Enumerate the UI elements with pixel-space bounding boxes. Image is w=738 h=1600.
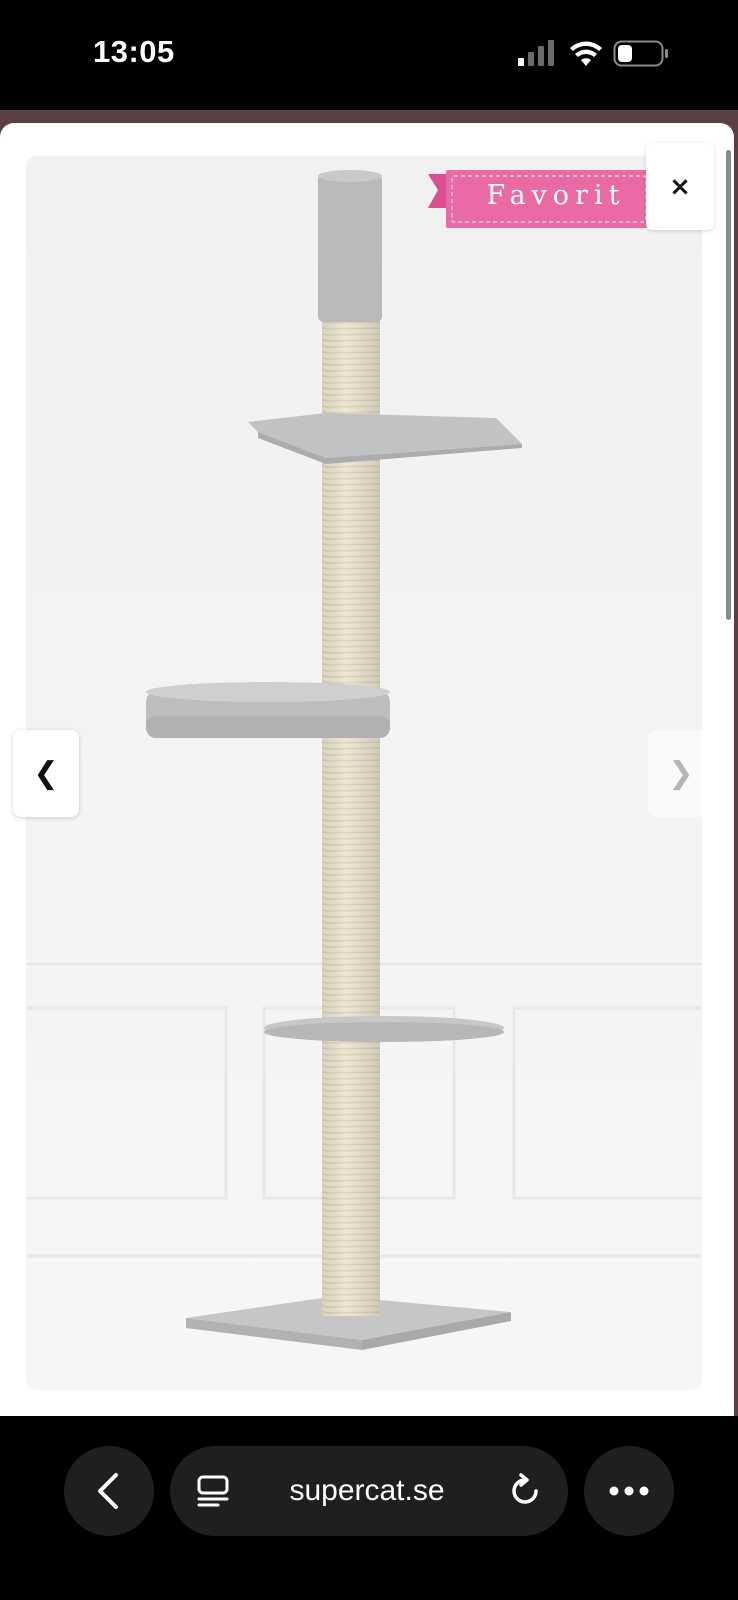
next-image-button[interactable]: ❯ [648, 730, 714, 817]
previous-image-button[interactable]: ❮ [13, 730, 79, 817]
close-button[interactable]: × [646, 143, 714, 230]
tabs-icon[interactable] [196, 1474, 230, 1508]
product-image [26, 170, 702, 1350]
browser-back-button[interactable] [64, 1446, 154, 1536]
product-image-frame [26, 156, 702, 1390]
address-url[interactable]: supercat.se [240, 1446, 494, 1536]
battery-icon [613, 40, 668, 67]
status-icons [518, 40, 668, 67]
top-platform [248, 413, 522, 464]
close-icon: × [669, 171, 691, 202]
lower-platform [264, 1016, 504, 1042]
more-icon [609, 1486, 649, 1496]
back-chevron-icon [98, 1473, 118, 1509]
more-options-button[interactable] [584, 1446, 674, 1536]
chevron-left-icon: ❮ [33, 756, 59, 791]
status-bar: 13:05 [0, 0, 738, 110]
cellular-signal-icon [518, 40, 554, 66]
address-bar[interactable]: supercat.se [170, 1446, 568, 1536]
top-cap [318, 170, 382, 322]
reload-icon[interactable] [506, 1472, 544, 1510]
wifi-icon [570, 41, 602, 66]
middle-platform [146, 682, 390, 738]
chevron-right-icon: ❯ [668, 756, 694, 791]
scrollbar-thumb[interactable] [726, 150, 731, 620]
status-time: 13:05 [93, 34, 175, 69]
browser-toolbar: supercat.se [0, 1416, 738, 1600]
favorit-badge-label: Favorit [486, 180, 626, 211]
